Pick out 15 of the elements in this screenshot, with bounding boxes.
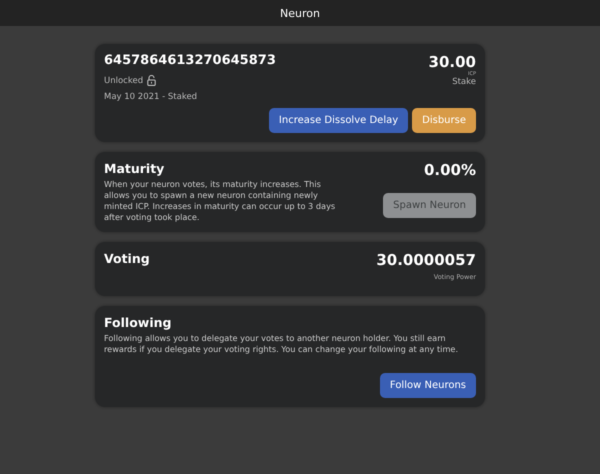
- action-button[interactable]: Follow Neurons: [380, 373, 476, 398]
- window-title: Neuron: [280, 6, 320, 20]
- section-title: Following: [104, 315, 172, 330]
- section-title: Voting: [104, 251, 150, 266]
- stake-amount: 30.00: [428, 53, 476, 71]
- voting-power-value: 30.0000057: [376, 251, 476, 269]
- lock-state: Unlocked: [104, 76, 144, 86]
- following-description: Following allows you to delegate your votes to another neuron holder. You still earn rewards if you delegate your voting rights. You can change your following at any time.: [104, 333, 460, 355]
- stake-label: Stake: [452, 77, 476, 87]
- action-button[interactable]: Increase Dissolve Delay: [268, 108, 408, 133]
- maturity-description: When your neuron votes, its maturity increases. This allows you to spawn a new neuron containing newly minted ICP. Increases in maturity can occur up to 3 days after voting took place.: [104, 179, 336, 223]
- staked-date: May 10 2021 - Staked: [104, 92, 198, 102]
- neuron-id: 6457864613270645873: [104, 53, 276, 68]
- maturity-value: 0.00%: [424, 161, 476, 179]
- section-title: Maturity: [104, 161, 166, 176]
